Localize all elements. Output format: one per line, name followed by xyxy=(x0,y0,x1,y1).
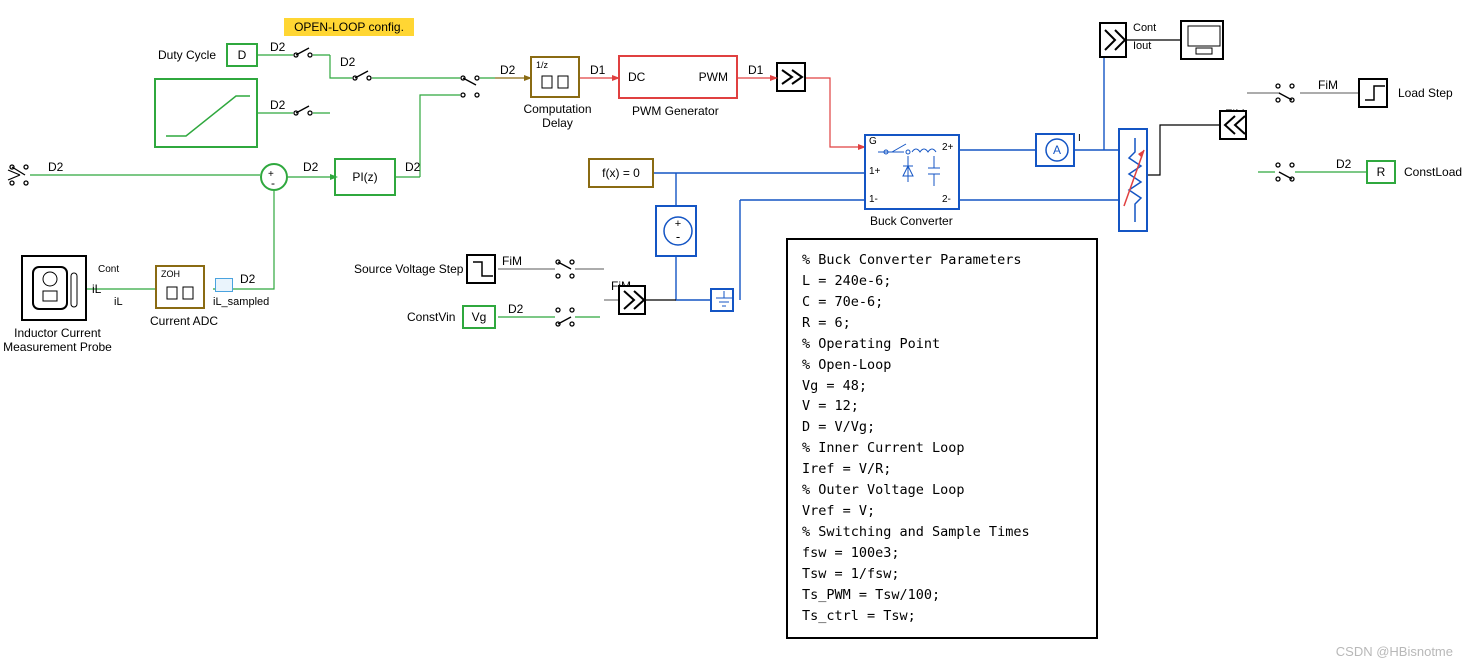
rate-D2-f: D2 xyxy=(48,160,63,174)
svg-text:-: - xyxy=(676,229,680,244)
ground-block[interactable] xyxy=(710,288,734,312)
cont-port: Cont xyxy=(98,264,119,275)
computation-delay-block[interactable]: 1/z xyxy=(530,56,580,98)
svg-text:A: A xyxy=(1053,143,1061,157)
port-2p: 2+ xyxy=(942,142,953,153)
sum-block[interactable]: + - xyxy=(260,163,288,191)
pwmgen-label: PWM Generator xyxy=(632,104,719,118)
iout-label: Iout xyxy=(1133,40,1151,52)
duty-cycle-constant-block[interactable]: D xyxy=(226,43,258,67)
scope-block[interactable] xyxy=(1180,20,1224,60)
constload-label: ConstLoad xyxy=(1404,165,1462,179)
iL-label: iL xyxy=(114,296,123,308)
srcvstep-label: Source Voltage Step xyxy=(354,262,463,276)
mux-vin[interactable] xyxy=(618,285,646,315)
rate-D2-c: D2 xyxy=(340,55,355,69)
rate-D2-e: D2 xyxy=(303,160,318,174)
R-text: R xyxy=(1377,165,1386,179)
rate-D2-a: D2 xyxy=(270,40,285,54)
current-adc-block[interactable]: ZOH xyxy=(155,265,205,309)
loadstep-label: Load Step xyxy=(1398,86,1453,100)
vg-text: Vg xyxy=(472,310,487,324)
ilsamp-label: iL_sampled xyxy=(213,296,269,308)
curadc-label: Current ADC xyxy=(150,314,218,328)
controlled-voltage-source[interactable]: + - xyxy=(655,205,697,257)
rate-D1-b: D1 xyxy=(748,63,763,77)
terminator-after-pwm[interactable] xyxy=(776,62,806,92)
D-text: D xyxy=(238,48,247,62)
open-loop-banner: OPEN-LOOP config. xyxy=(284,18,414,36)
duty-cycle-label: Duty Cycle xyxy=(158,48,216,62)
mux-load[interactable] xyxy=(1219,110,1247,140)
pwm-generator-block[interactable]: DC PWM xyxy=(618,55,738,99)
rate-D2-d: D2 xyxy=(405,160,420,174)
const-vin-block[interactable]: Vg xyxy=(462,305,496,329)
constvin-label: ConstVin xyxy=(407,310,455,324)
banner-text: OPEN-LOOP config. xyxy=(294,20,404,34)
pi-controller-block[interactable]: PI(z) xyxy=(334,158,396,196)
buck-conv-label: Buck Converter xyxy=(870,214,953,228)
rate-D2-i: D2 xyxy=(508,302,523,316)
rate-FiM-c: FiM xyxy=(1318,78,1338,92)
solver-block[interactable]: f(x) = 0 xyxy=(588,158,654,188)
rate-D2-g: D2 xyxy=(500,63,515,77)
ilprobe-label: Inductor Current Measurement Probe xyxy=(0,326,115,354)
port-G: G xyxy=(869,136,877,147)
const-load-block[interactable]: R xyxy=(1366,160,1396,184)
watermark: CSDN @HBisnotme xyxy=(1336,644,1453,659)
rate-D1-a: D1 xyxy=(590,63,605,77)
code-annotation: % Buck Converter Parameters L = 240e-6; … xyxy=(786,238,1098,639)
zoh-text: ZOH xyxy=(161,269,180,279)
rate-FiM-a: FiM xyxy=(502,254,522,268)
variable-resistor-block[interactable] xyxy=(1118,128,1148,232)
port-2m: 2- xyxy=(942,194,951,205)
pwm-port-label: PWM xyxy=(699,70,728,84)
dc-port-label: DC xyxy=(628,70,645,84)
mux-cont-iout[interactable] xyxy=(1099,22,1127,58)
inductor-current-probe-block[interactable] xyxy=(21,255,87,321)
zdelay-text: 1/z xyxy=(536,60,548,70)
svg-text:+: + xyxy=(675,218,681,230)
sum-minus: - xyxy=(271,176,275,190)
fx0-text: f(x) = 0 xyxy=(602,166,640,180)
rate-D2-j: D2 xyxy=(1336,157,1351,171)
load-step-block[interactable] xyxy=(1358,78,1388,108)
rate-D2-b: D2 xyxy=(270,98,285,112)
source-voltage-step-block[interactable] xyxy=(466,254,496,284)
iL-port: iL xyxy=(92,282,101,296)
cont-label: Cont xyxy=(1133,22,1156,34)
rate-D2-h: D2 xyxy=(240,272,255,286)
signal-spec-icon xyxy=(215,278,233,292)
port-1m: 1- xyxy=(869,194,878,205)
compdelay-label: Computation Delay xyxy=(520,102,595,130)
current-sensor-block[interactable]: A xyxy=(1035,133,1075,167)
pi-text: PI(z) xyxy=(352,170,377,184)
ramp-source-block[interactable] xyxy=(154,78,258,148)
port-1p: 1+ xyxy=(869,166,880,177)
I-label: I xyxy=(1078,133,1081,144)
